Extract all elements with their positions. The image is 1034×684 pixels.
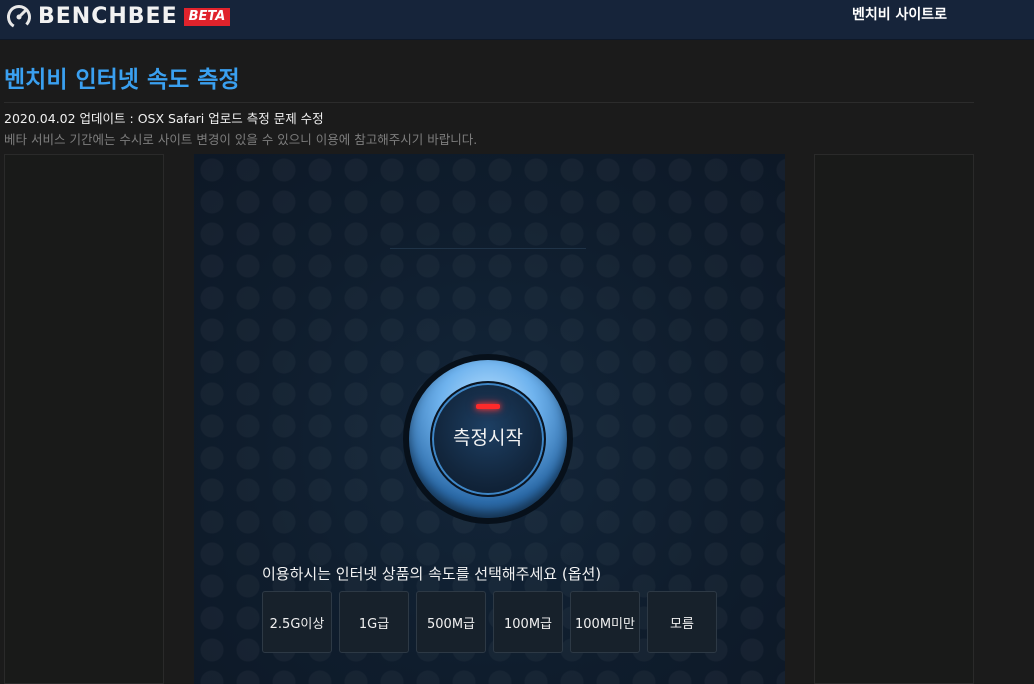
beta-badge: BETA	[183, 8, 231, 26]
page-title: 벤치비 인터넷 속도 측정	[4, 67, 240, 93]
title-divider	[4, 102, 974, 103]
speed-option-500m[interactable]: 500M급	[416, 591, 486, 653]
right-ad-panel	[814, 154, 974, 684]
start-test-button[interactable]: 측정시작	[403, 354, 573, 524]
status-led-icon	[476, 404, 500, 409]
speed-option-100m[interactable]: 100M급	[493, 591, 563, 653]
speed-options: 2.5G이상 1G급 500M급 100M급 100M미만 모름	[262, 591, 732, 653]
speed-option-under-100m[interactable]: 100M미만	[570, 591, 640, 653]
start-test-label: 측정시작	[453, 427, 523, 449]
stage-divider	[390, 248, 586, 249]
speed-select-prompt: 이용하시는 인터넷 상품의 속도를 선택해주세요 (옵션)	[262, 565, 602, 583]
speedometer-icon	[6, 5, 31, 29]
left-ad-panel	[4, 154, 164, 684]
logo-text: BENCHBEE	[38, 4, 178, 29]
speed-option-1g[interactable]: 1G급	[339, 591, 409, 653]
top-header: BENCHBEE BETA 벤치비 사이트로	[0, 0, 1034, 40]
speed-option-2-5g[interactable]: 2.5G이상	[262, 591, 332, 653]
speed-test-panel: 측정시작 이용하시는 인터넷 상품의 속도를 선택해주세요 (옵션) 2.5G이…	[194, 154, 785, 684]
beta-notice: 베타 서비스 기간에는 수시로 사이트 변경이 있을 수 있으니 이용에 참고해…	[4, 132, 478, 147]
speed-option-unknown[interactable]: 모름	[647, 591, 717, 653]
benchbee-logo[interactable]: BENCHBEE BETA	[6, 4, 231, 30]
site-link[interactable]: 벤치비 사이트로	[852, 6, 947, 24]
update-note: 2020.04.02 업데이트 : OSX Safari 업로드 측정 문제 수…	[4, 111, 324, 126]
